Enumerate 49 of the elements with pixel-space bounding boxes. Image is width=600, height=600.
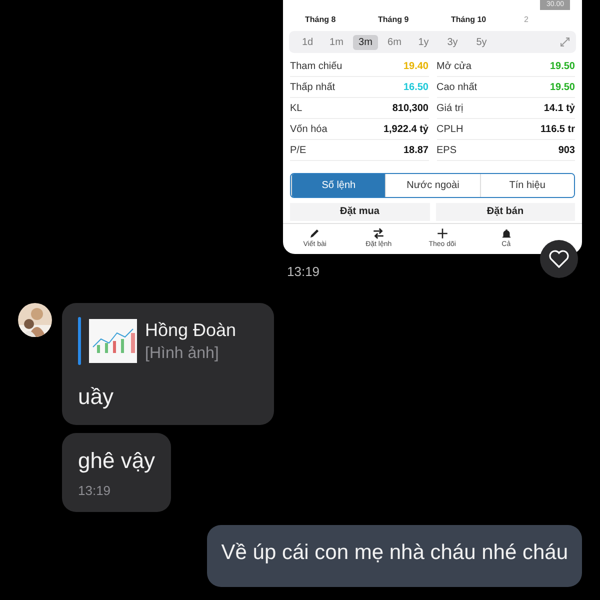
stat-label: Giá trị bbox=[436, 102, 464, 114]
pencil-icon bbox=[308, 227, 322, 240]
message-time: 13:19 bbox=[78, 483, 112, 498]
bell-icon bbox=[500, 227, 513, 240]
column-header: Đặt bán bbox=[436, 203, 575, 221]
period-chip[interactable]: 1y bbox=[411, 34, 436, 50]
month-label: Tháng 8 bbox=[305, 14, 337, 24]
month-label: Tháng 9 bbox=[378, 14, 410, 24]
stat-value: 18.87 bbox=[403, 144, 428, 156]
month-label: 2 bbox=[524, 14, 528, 24]
stat-label: Thấp nhất bbox=[290, 82, 336, 92]
stat-value: 116.5 tr bbox=[540, 124, 575, 134]
message-text: uầy bbox=[78, 383, 114, 411]
stat-label: Cao nhất bbox=[436, 82, 478, 92]
stat-value: 19.50 bbox=[550, 60, 575, 72]
tab[interactable]: Tín hiệu bbox=[480, 174, 574, 197]
stat-label: P/E bbox=[290, 144, 306, 156]
message-text: ghê vậy bbox=[78, 447, 156, 475]
stat-value: 1,922.4 tỷ bbox=[383, 124, 428, 134]
stat-value: 19.50 bbox=[550, 82, 575, 92]
stat-label: Vốn hóa bbox=[290, 124, 328, 134]
period-chip[interactable]: 1m bbox=[324, 34, 349, 50]
period-chip[interactable]: 3m bbox=[353, 34, 378, 50]
message-time: 13:19 bbox=[287, 264, 320, 279]
quoted-type: [Hình ảnh] bbox=[145, 344, 220, 362]
period-chip[interactable]: 3y bbox=[440, 34, 465, 50]
tab[interactable]: Số lệnh bbox=[291, 174, 386, 197]
quoted-sender: Hồng Đoàn bbox=[145, 320, 236, 340]
stat-value: 19.40 bbox=[403, 60, 428, 72]
stat-label: CPLH bbox=[436, 124, 464, 134]
month-label: Tháng 10 bbox=[451, 14, 488, 24]
swap-arrows-icon bbox=[372, 227, 386, 240]
stat-value: 16.50 bbox=[403, 82, 428, 92]
stat-label: Mở cửa bbox=[436, 60, 472, 72]
stat-label: Tham chiếu bbox=[290, 60, 342, 72]
quote-bar bbox=[78, 317, 81, 365]
stat-label: EPS bbox=[436, 144, 457, 156]
period-chip[interactable]: 1d bbox=[295, 34, 320, 50]
stat-value: 810,300 bbox=[392, 102, 428, 114]
stat-label: KL bbox=[290, 102, 302, 114]
heart-icon bbox=[549, 250, 569, 268]
stat-value: 903 bbox=[558, 144, 575, 156]
plus-icon bbox=[436, 227, 449, 240]
message-text: Về úp cái con mẹ nhà cháu nhé cháu bbox=[221, 540, 568, 566]
column-header: Đặt mua bbox=[290, 203, 430, 221]
period-chip[interactable]: 6m bbox=[382, 34, 407, 50]
period-chip[interactable]: 5y bbox=[469, 34, 494, 50]
heart-button[interactable] bbox=[540, 240, 578, 278]
stat-value: 14.1 tỷ bbox=[544, 102, 575, 114]
